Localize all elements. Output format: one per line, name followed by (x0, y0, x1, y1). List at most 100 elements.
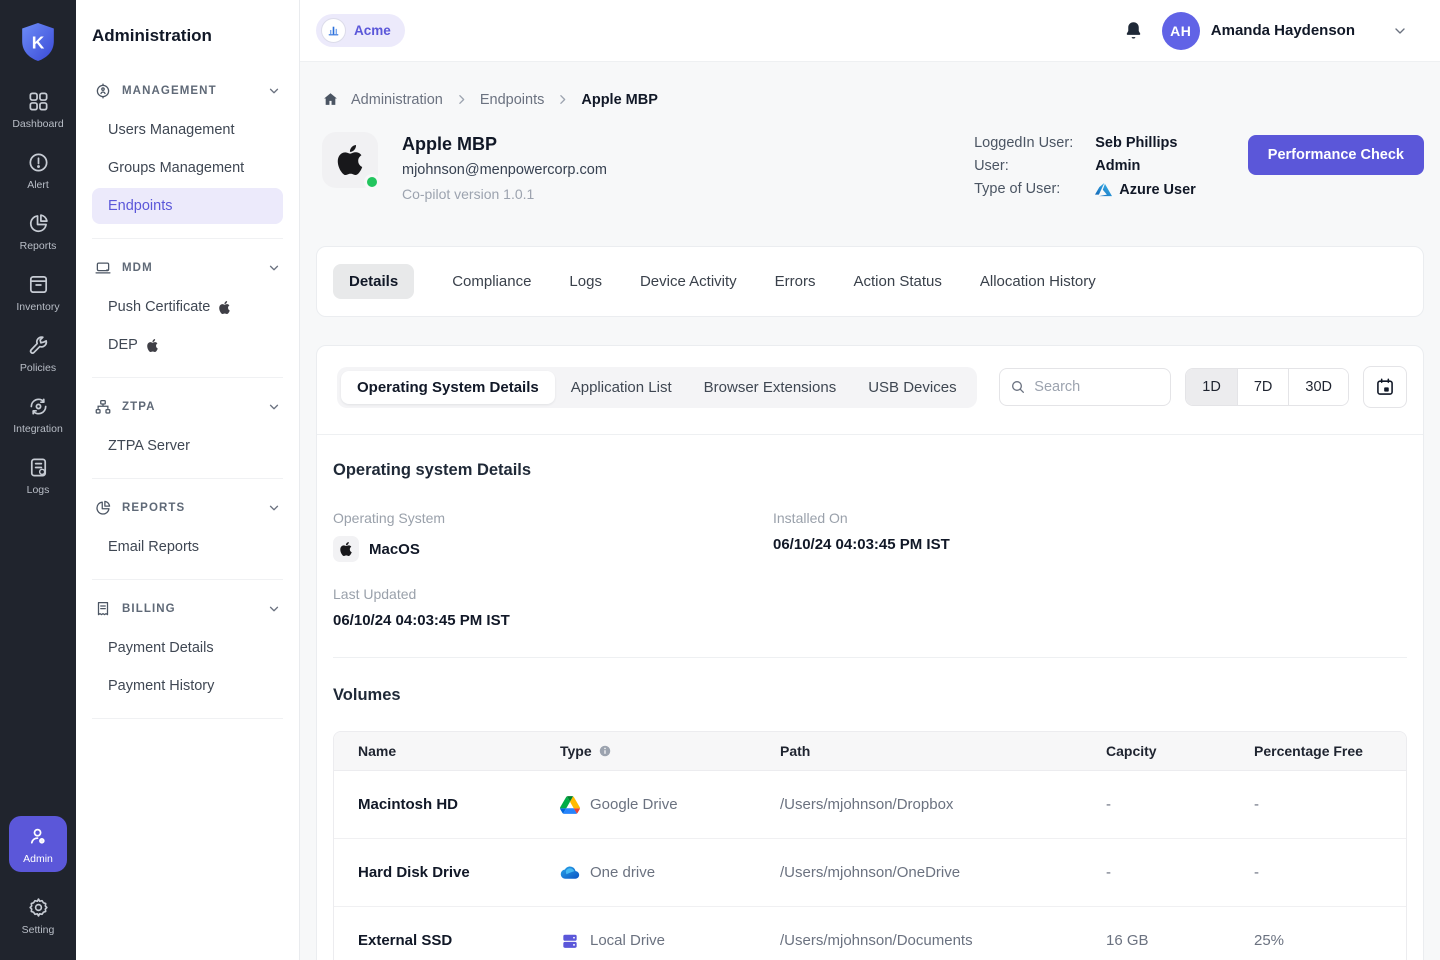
status-online-dot (364, 174, 380, 190)
volume-percentage-free: - (1244, 864, 1406, 881)
tab-details[interactable]: Details (333, 264, 414, 299)
gear-icon (27, 896, 50, 919)
sidebar-item-groups-management[interactable]: Groups Management (92, 150, 283, 186)
calendar-button[interactable] (1363, 366, 1407, 408)
loggedin-user-value: Seb Phillips (1095, 135, 1196, 151)
network-hierarchy-icon (94, 398, 112, 416)
rail-item-reports[interactable]: Reports (6, 212, 70, 252)
subtab-browser-extensions[interactable]: Browser Extensions (688, 371, 853, 404)
app-logo[interactable]: K (18, 20, 58, 64)
volume-type: One drive (550, 863, 770, 883)
sync-gear-icon (27, 395, 50, 418)
sidebar-item-endpoints[interactable]: Endpoints (92, 188, 283, 224)
col-type-label: Type (560, 743, 592, 759)
chevron-right-icon (455, 93, 468, 106)
breadcrumb-administration[interactable]: Administration (351, 92, 443, 108)
info-icon (598, 744, 612, 758)
section-divider (333, 657, 1407, 658)
os-details-title: Operating system Details (333, 461, 1407, 480)
subtab-usb-devices[interactable]: USB Devices (852, 371, 972, 404)
col-capacity-label: Capcity (1106, 743, 1157, 759)
table-row-hard-disk-drive: Hard Disk Drive One drive /User (334, 839, 1406, 907)
apple-icon (146, 339, 159, 352)
apple-icon (339, 542, 353, 556)
org-chip[interactable]: Acme (316, 14, 405, 47)
local-drive-icon (560, 931, 580, 951)
onedrive-icon (560, 863, 580, 883)
nav-section-billing[interactable]: BILLING (92, 596, 283, 622)
operating-system-value: MacOS (333, 536, 773, 562)
tab-device-activity[interactable]: Device Activity (640, 273, 737, 290)
sidebar-item-payment-history[interactable]: Payment History (92, 668, 283, 704)
nav-section-reports[interactable]: REPORTS (92, 495, 283, 521)
management-target-icon (94, 82, 112, 100)
chevron-right-icon (556, 93, 569, 106)
range-7d-button[interactable]: 7D (1238, 369, 1290, 405)
volume-capacity: - (1096, 796, 1244, 813)
tab-allocation-history[interactable]: Allocation History (980, 273, 1096, 290)
nav-section-management[interactable]: MANAGEMENT (92, 78, 283, 104)
shield-k-logo-icon: K (19, 21, 57, 63)
sidebar-item-push-certificate[interactable]: Push Certificate (92, 289, 283, 325)
google-drive-icon (560, 795, 580, 815)
device-email: mjohnson@menpowercorp.com (402, 162, 607, 178)
rail-item-inventory[interactable]: Inventory (6, 273, 70, 313)
notification-bell-icon[interactable] (1123, 20, 1144, 41)
col-path-label: Path (780, 743, 810, 759)
user-menu[interactable]: AH Amanda Haydenson (1162, 12, 1408, 50)
rail-item-admin[interactable]: Admin (9, 816, 67, 872)
home-icon (322, 91, 339, 108)
rail-item-setting[interactable]: Setting (6, 896, 70, 936)
tab-logs[interactable]: Logs (569, 273, 602, 290)
volume-percentage-free: 25% (1244, 932, 1406, 949)
col-name-label: Name (358, 743, 396, 759)
range-1d-button[interactable]: 1D (1186, 369, 1238, 405)
tab-compliance[interactable]: Compliance (452, 273, 531, 290)
sidebar-item-users-management[interactable]: Users Management (92, 112, 283, 148)
breadcrumb-endpoints[interactable]: Endpoints (480, 92, 545, 108)
sidebar-item-ztpa-server[interactable]: ZTPA Server (92, 428, 283, 464)
sidebar-item-email-reports[interactable]: Email Reports (92, 529, 283, 565)
tab-errors[interactable]: Errors (775, 273, 816, 290)
performance-check-button[interactable]: Performance Check (1248, 135, 1424, 175)
search-input[interactable] (1034, 379, 1160, 395)
wrench-icon (27, 334, 50, 357)
nav-section-label: ZTPA (122, 401, 257, 413)
field-operating-system: Operating System MacOS (333, 510, 773, 562)
sidebar-item-dep[interactable]: DEP (92, 327, 283, 363)
type-of-user-text: Azure User (1119, 182, 1196, 198)
info-icon[interactable] (598, 744, 612, 758)
rail-item-alert[interactable]: Alert (6, 151, 70, 191)
main-column: Acme AH Amanda Haydenson (300, 0, 1440, 960)
rail-item-dashboard[interactable]: Dashboard (6, 90, 70, 130)
loggedin-user-label: LoggedIn User: (974, 135, 1073, 151)
details-card: Operating System Details Application Lis… (316, 345, 1424, 960)
os-details-section: Operating system Details Operating Syste… (317, 435, 1423, 629)
subtab-operating-system-details[interactable]: Operating System Details (341, 371, 555, 404)
range-30d-button[interactable]: 30D (1289, 369, 1348, 405)
col-capacity: Capcity (1096, 732, 1244, 770)
nav-section-ztpa[interactable]: ZTPA (92, 394, 283, 420)
tab-action-status[interactable]: Action Status (854, 273, 942, 290)
table-row-macintosh-hd: Macintosh HD Google Drive (334, 771, 1406, 839)
subtab-application-list[interactable]: Application List (555, 371, 688, 404)
subtabs: Operating System Details Application Lis… (337, 367, 977, 408)
azure-icon (1095, 181, 1112, 198)
os-details-grid: Operating System MacOS Installed On 06/1… (333, 510, 1407, 629)
nav-divider (92, 718, 283, 719)
topbar-right: AH Amanda Haydenson (1123, 12, 1408, 50)
volume-name: Hard Disk Drive (334, 864, 550, 881)
app-root: K Dashboard Alert Reports (0, 0, 1440, 960)
rail-item-integration[interactable]: Integration (6, 395, 70, 435)
rail-item-policies[interactable]: Policies (6, 334, 70, 374)
rail-item-logs[interactable]: Logs (6, 456, 70, 496)
laptop-icon (94, 259, 112, 277)
toolbar-right: 1D 7D 30D (999, 366, 1407, 408)
chevron-down-icon (267, 400, 281, 414)
chevron-down-icon (267, 501, 281, 515)
nav-section-mdm[interactable]: MDM (92, 255, 283, 281)
content-area: Administration Endpoints Apple MBP Apple… (300, 62, 1440, 960)
sidebar-item-payment-details[interactable]: Payment Details (92, 630, 283, 666)
search-icon (1010, 379, 1026, 395)
last-updated-label: Last Updated (333, 586, 773, 602)
